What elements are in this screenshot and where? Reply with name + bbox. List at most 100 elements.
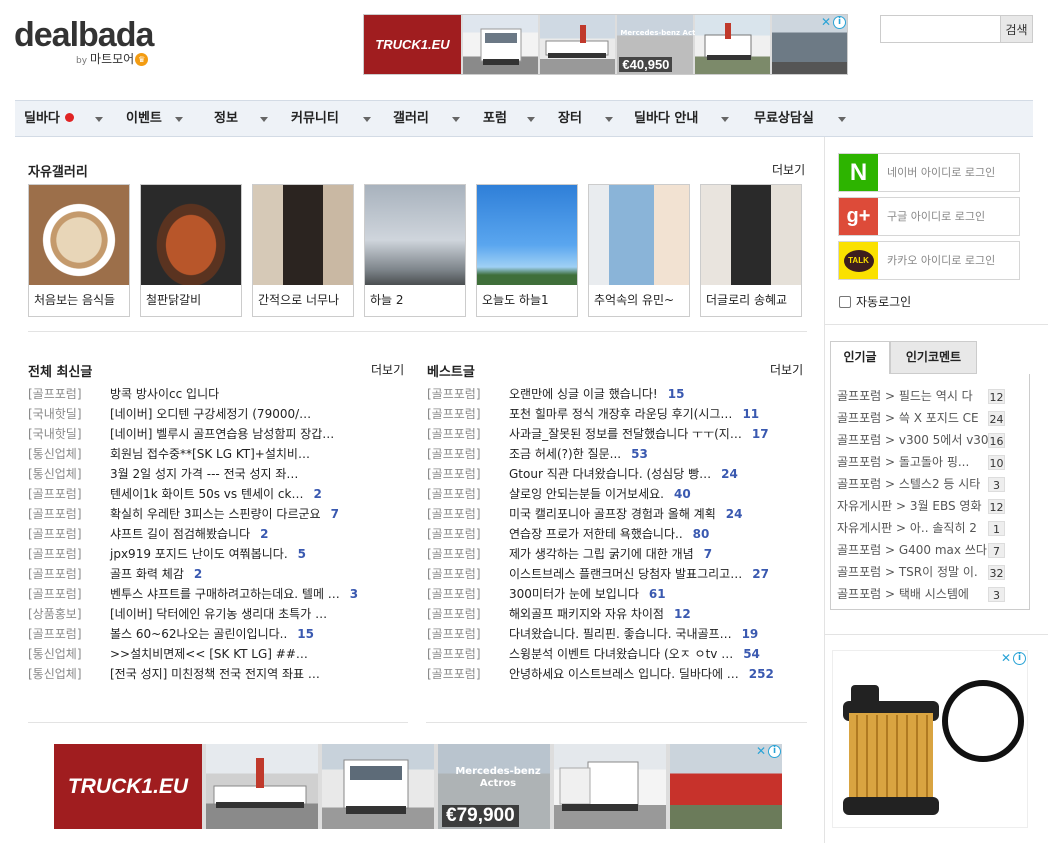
post-category[interactable]: [골프포럼] bbox=[28, 584, 82, 604]
checkbox-icon[interactable] bbox=[839, 295, 851, 308]
nav-item-community[interactable]: 커뮤니티 bbox=[291, 101, 339, 136]
post-title-link[interactable]: 스윙분석 이벤트 다녀왔습니다 (오ㅈ ㅇtv … 54 bbox=[509, 644, 760, 664]
nav-item-dealbada[interactable]: 딜바다 bbox=[24, 101, 74, 136]
post-title-link[interactable]: 안녕하세요 이스트브레스 입니다. 딜바다에 … 252 bbox=[509, 664, 774, 684]
post-title-link[interactable]: 제가 생각하는 그립 굵기에 대한 개념 7 bbox=[509, 544, 712, 564]
post-title-link[interactable]: [네이버] 오디텐 구강세정기 (79000/… bbox=[110, 404, 311, 424]
popular-item[interactable]: 자유게시판 > 3월 EBS 영화 bbox=[837, 495, 1009, 517]
post-category[interactable]: [골프포럼] bbox=[427, 524, 481, 544]
chevron-down-icon[interactable] bbox=[527, 117, 535, 122]
post-title-link[interactable]: 조금 허세(?)한 질문... 53 bbox=[509, 444, 648, 464]
post-title-link[interactable]: [전국 성지] 미친정책 전국 전지역 좌표 … bbox=[110, 664, 320, 684]
tab-popular-comments[interactable]: 인기코멘트 bbox=[890, 341, 977, 374]
popular-item[interactable]: 골프포럼 > 필드는 역시 다 bbox=[837, 385, 1009, 407]
gallery-item[interactable]: 처음보는 음식들 bbox=[28, 184, 130, 317]
post-title-link[interactable]: 연습장 프로가 저한테 욕했습니다.. 80 bbox=[509, 524, 709, 544]
post-category[interactable]: [통신업체] bbox=[28, 444, 82, 464]
post-category[interactable]: [골프포럼] bbox=[427, 464, 481, 484]
post-category[interactable]: [골프포럼] bbox=[427, 504, 481, 524]
post-category[interactable]: [골프포럼] bbox=[427, 424, 481, 444]
best-more-link[interactable]: 더보기 bbox=[770, 361, 803, 378]
side-banner-ad[interactable]: ✕ i bbox=[832, 650, 1028, 828]
post-category[interactable]: [골프포럼] bbox=[28, 564, 82, 584]
google-login-button[interactable]: g+ 구글 아이디로 로그인 bbox=[838, 197, 1020, 236]
naver-login-button[interactable]: N 네이버 아이디로 로그인 bbox=[838, 153, 1020, 192]
nav-item-forum[interactable]: 포럼 bbox=[483, 101, 507, 136]
post-category[interactable]: [골프포럼] bbox=[28, 544, 82, 564]
post-category[interactable]: [골프포럼] bbox=[28, 484, 82, 504]
popular-item[interactable]: 골프포럼 > 돌고돌아 핑... bbox=[837, 451, 1009, 473]
post-title-link[interactable]: 벤투스 샤프트를 구매하려고하는데요. 텔메 … 3 bbox=[110, 584, 358, 604]
post-title-link[interactable]: 샬로잉 안되는분들 이거보세요. 40 bbox=[509, 484, 691, 504]
post-title-link[interactable]: 회원님 접수중**[SK LG KT]+설치비… bbox=[110, 444, 310, 464]
post-title-link[interactable]: 확실히 우레탄 3피스는 스핀량이 다르군요 7 bbox=[110, 504, 339, 524]
nav-item-event[interactable]: 이벤트 bbox=[126, 101, 162, 136]
post-title-link[interactable]: 300미터가 눈에 보입니다 61 bbox=[509, 584, 666, 604]
post-category[interactable]: [골프포럼] bbox=[427, 544, 481, 564]
post-category[interactable]: [통신업체] bbox=[28, 644, 82, 664]
ad-info-icon[interactable]: i bbox=[1013, 652, 1026, 665]
gallery-more-link[interactable]: 더보기 bbox=[772, 161, 805, 178]
ad-close-icon[interactable]: ✕ bbox=[1001, 651, 1011, 665]
kakao-login-button[interactable]: TALK 카카오 아이디로 로그인 bbox=[838, 241, 1020, 280]
post-title-link[interactable]: 다녀왔습니다. 필리핀. 좋습니다. 국내골프… 19 bbox=[509, 624, 758, 644]
tab-popular-posts[interactable]: 인기글 bbox=[830, 341, 890, 374]
post-category[interactable]: [골프포럼] bbox=[427, 644, 481, 664]
search-button[interactable]: 검색 bbox=[1000, 15, 1033, 43]
post-title-link[interactable]: 방콕 방사이cc 입니다 bbox=[110, 384, 219, 404]
bottom-banner-ad[interactable]: TRUCK1.EU Mercedes-benz Actros €79,900 ✕… bbox=[54, 744, 782, 829]
post-category[interactable]: [통신업체] bbox=[28, 664, 82, 684]
post-category[interactable]: [골프포럼] bbox=[28, 624, 82, 644]
post-category[interactable]: [골프포럼] bbox=[427, 604, 481, 624]
popular-item[interactable]: 골프포럼 > 택배 시스템에 bbox=[837, 583, 1009, 605]
post-category[interactable]: [국내핫딜] bbox=[28, 404, 82, 424]
gallery-item[interactable]: 하늘 2 bbox=[364, 184, 466, 317]
post-category[interactable]: [골프포럼] bbox=[427, 404, 481, 424]
post-title-link[interactable]: 오랜만에 싱글 이글 했습니다! 15 bbox=[509, 384, 684, 404]
post-title-link[interactable]: >>설치비면제<< [SK KT LG] ##… bbox=[110, 644, 308, 664]
chevron-down-icon[interactable] bbox=[175, 117, 183, 122]
nav-item-guide[interactable]: 딜바다 안내 bbox=[634, 101, 698, 136]
post-title-link[interactable]: 볼스 60~62나오는 골린이입니다.. 15 bbox=[110, 624, 314, 644]
gallery-item[interactable]: 오늘도 하늘1 bbox=[476, 184, 578, 317]
auto-login-checkbox[interactable]: 자동로그인 bbox=[839, 293, 911, 310]
popular-item[interactable]: 골프포럼 > G400 max 쓰다 bbox=[837, 539, 1009, 561]
post-category[interactable]: [골프포럼] bbox=[427, 584, 481, 604]
chevron-down-icon[interactable] bbox=[452, 117, 460, 122]
gallery-item[interactable]: 간적으로 너무나 bbox=[252, 184, 354, 317]
popular-item[interactable]: 골프포럼 > v300 5에서 v30 bbox=[837, 429, 1009, 451]
post-title-link[interactable]: 해외골프 패키지와 자유 차이점 12 bbox=[509, 604, 691, 624]
popular-item[interactable]: 자유게시판 > 아.. 솔직히 2 bbox=[837, 517, 1009, 539]
post-category[interactable]: [골프포럼] bbox=[427, 444, 481, 464]
post-category[interactable]: [골프포럼] bbox=[427, 564, 481, 584]
ad-info-icon[interactable]: i bbox=[768, 745, 781, 758]
gallery-item[interactable]: 추억속의 유민~ bbox=[588, 184, 690, 317]
latest-more-link[interactable]: 더보기 bbox=[371, 361, 404, 378]
post-category[interactable]: [골프포럼] bbox=[427, 624, 481, 644]
ad-info-icon[interactable]: i bbox=[833, 16, 847, 29]
post-title-link[interactable]: 샤프트 길이 점검해봤습니다 2 bbox=[110, 524, 268, 544]
post-title-link[interactable]: 텐세이1k 화이트 50s vs 텐세이 ck… 2 bbox=[110, 484, 322, 504]
nav-item-market[interactable]: 장터 bbox=[558, 101, 582, 136]
chevron-down-icon[interactable] bbox=[363, 117, 371, 122]
post-category[interactable]: [골프포럼] bbox=[427, 384, 481, 404]
popular-item[interactable]: 골프포럼 > 쓱 X 포지드 CE bbox=[837, 407, 1009, 429]
nav-item-gallery[interactable]: 갤러리 bbox=[393, 101, 429, 136]
popular-item[interactable]: 골프포럼 > TSR이 정말 이. bbox=[837, 561, 1009, 583]
chevron-down-icon[interactable] bbox=[838, 117, 846, 122]
ad-close-icon[interactable]: ✕ bbox=[821, 15, 831, 29]
post-title-link[interactable]: Gtour 직관 다녀왔습니다. (성심당 빵… 24 bbox=[509, 464, 738, 484]
chevron-down-icon[interactable] bbox=[605, 117, 613, 122]
gallery-item[interactable]: 철판닭갈비 bbox=[140, 184, 242, 317]
post-category[interactable]: [골프포럼] bbox=[28, 504, 82, 524]
logo[interactable]: dealbada by 마트모어 ♛ bbox=[14, 16, 154, 66]
top-banner-ad[interactable]: TRUCK1.EU Mercedes-benz Actros €40,950 ✕… bbox=[363, 14, 848, 75]
post-title-link[interactable]: 미국 캘리포니아 골프장 경험과 올해 계획 24 bbox=[509, 504, 742, 524]
post-title-link[interactable]: 3월 2일 성지 가격 --- 전국 성지 좌… bbox=[110, 464, 298, 484]
search-input[interactable] bbox=[880, 15, 1000, 43]
post-title-link[interactable]: [네이버] 벨루시 골프연습용 남성함피 장갑… bbox=[110, 424, 334, 444]
post-title-link[interactable]: 골프 화력 체감 2 bbox=[110, 564, 202, 584]
post-title-link[interactable]: 포천 힐마루 정식 개장후 라운딩 후기(시그… 11 bbox=[509, 404, 759, 424]
popular-item[interactable]: 골프포럼 > 스텔스2 등 시타 bbox=[837, 473, 1009, 495]
post-title-link[interactable]: 사과글_잘못된 정보를 전달했습니다 ㅜㅜ(지… 17 bbox=[509, 424, 769, 444]
